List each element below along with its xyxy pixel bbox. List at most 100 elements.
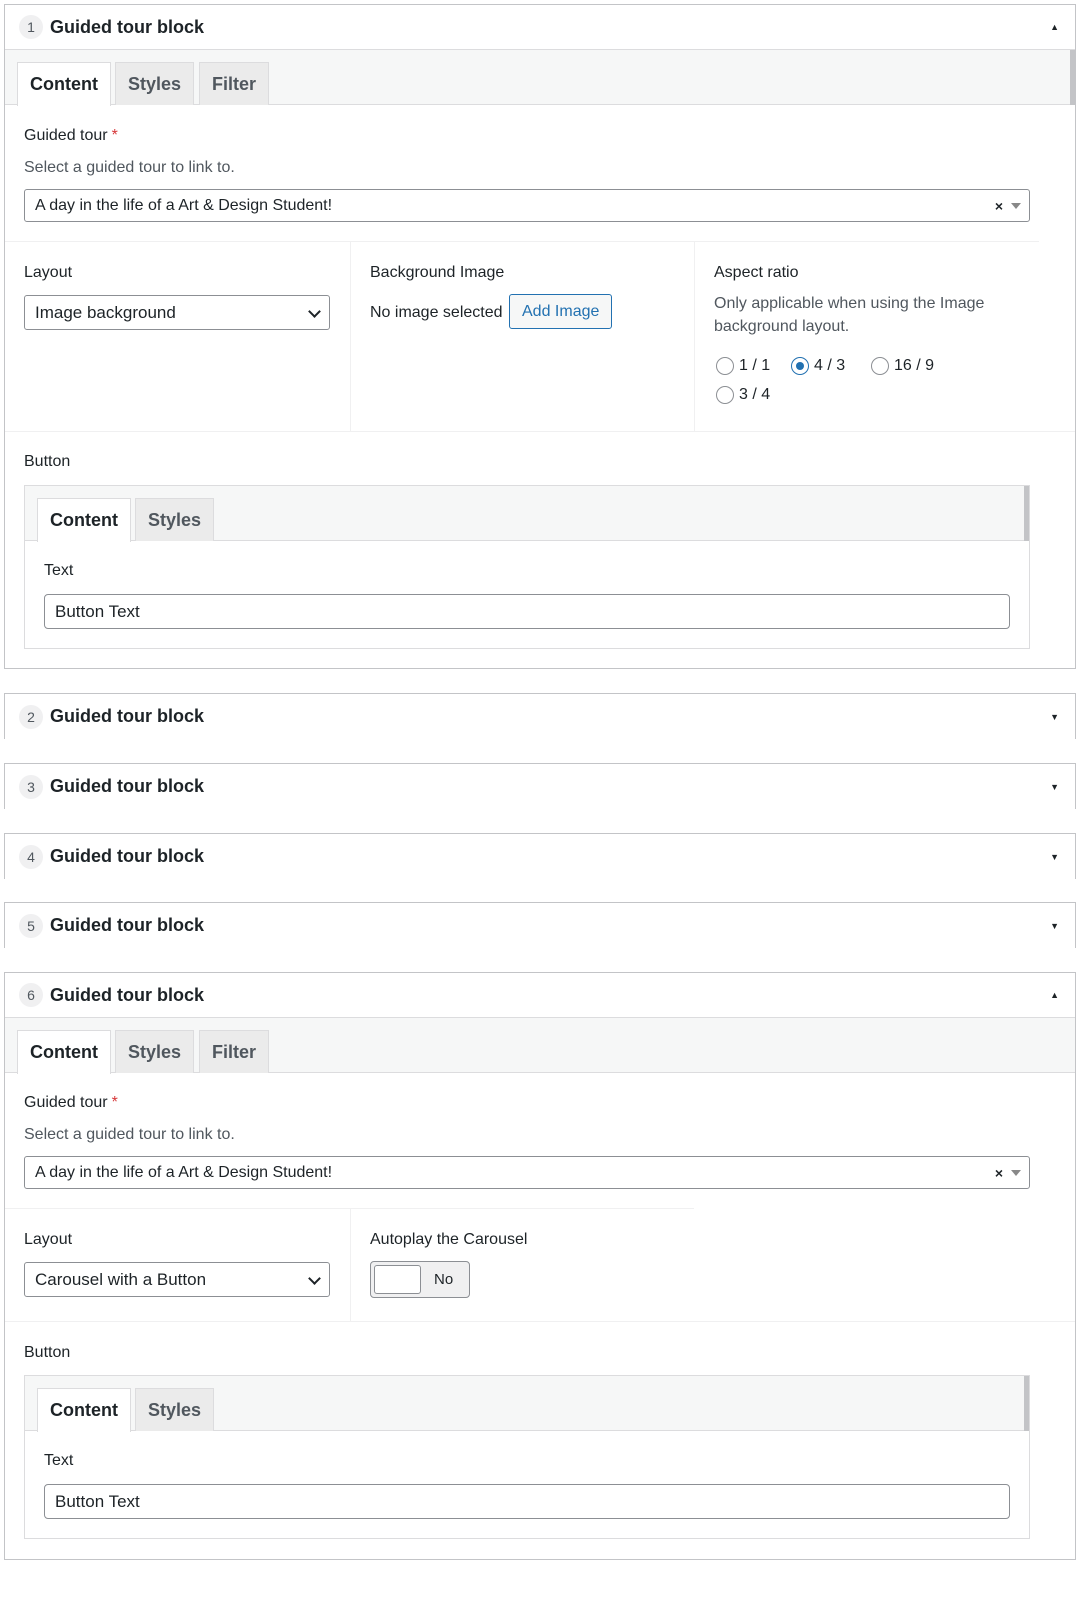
tab-filter[interactable]: Filter [199,1030,270,1073]
block-title: Guided tour block [50,915,205,935]
guided-tour-label: Guided tour * [24,127,118,145]
aspect-ratio-description-line1: Only applicable when using the Image [714,295,985,312]
block-title: Guided tour block [50,846,205,866]
layout-label: Layout [24,264,73,281]
radio-button[interactable] [791,357,809,375]
layout-select[interactable]: Carousel with a Button [24,1262,330,1297]
autoplay-toggle[interactable]: No [370,1261,470,1298]
block-header[interactable]: 1 Guided tour block ▲ [5,5,1075,50]
guided-tour-label: Guided tour * [24,1094,118,1112]
block-header[interactable]: 4 Guided tour block ▼ [5,834,1075,879]
dropdown-arrow-icon[interactable] [1011,203,1021,209]
guided-tour-block-6: 6 Guided tour block ▲ Content Styles Fil… [4,972,1076,1560]
button-tab-content[interactable]: Content [37,1388,131,1432]
guided-tour-select[interactable]: A day in the life of a Art & Design Stud… [24,189,1030,222]
tab-filter[interactable]: Filter [199,62,270,105]
button-tab-styles[interactable]: Styles [135,1388,215,1431]
radio-3-4[interactable]: 3 / 4 [716,386,770,404]
divider [350,1208,351,1321]
button-tab-content[interactable]: Content [37,498,131,542]
scrollbar[interactable] [1024,1376,1029,1431]
guided-tour-description: Select a guided tour to link to. [24,1126,235,1143]
button-text-label: Text [44,562,74,579]
autoplay-state: No [434,1271,454,1288]
divider [350,241,351,431]
block-number: 4 [19,844,43,869]
block-title: Guided tour block [50,16,205,37]
radio-button[interactable] [871,357,889,375]
collapse-arrow-icon[interactable]: ▲ [1050,990,1059,1000]
radio-label: 1 / 1 [739,357,771,374]
button-text-input[interactable]: Button Text [44,594,1010,629]
button-text-input[interactable]: Button Text [44,1484,1010,1519]
background-image-status: No image selected [370,304,503,321]
guided-tour-value: A day in the life of a Art & Design Stud… [35,196,333,214]
radio-16-9[interactable]: 16 / 9 [871,357,934,375]
divider [5,431,1075,432]
tab-content[interactable]: Content [17,62,111,106]
required-marker: * [111,127,118,144]
chevron-down-icon [308,305,321,318]
guided-tour-select[interactable]: A day in the life of a Art & Design Stud… [24,1156,1030,1189]
chevron-down-icon [308,1272,321,1285]
guided-tour-block-1: 1 Guided tour block ▲ Content Styles Fil… [4,4,1076,669]
add-image-button[interactable]: Add Image [509,294,613,329]
button-settings-panel: Content Styles Text Button Text [24,1375,1030,1539]
block-number: 2 [19,704,43,729]
autoplay-label: Autoplay the Carousel [370,1231,528,1248]
aspect-ratio-label: Aspect ratio [714,264,799,281]
radio-label: 3 / 4 [739,386,771,403]
expand-arrow-icon[interactable]: ▼ [1050,782,1059,792]
clear-icon[interactable]: × [995,1165,1003,1181]
guided-tour-label-text: Guided tour [24,127,108,144]
aspect-ratio-description-line2: background layout. [714,318,850,335]
radio-button[interactable] [716,357,734,375]
radio-label: 16 / 9 [894,357,935,374]
button-text-label: Text [44,1452,74,1469]
block-tabs: Content Styles Filter [5,1018,1075,1074]
divider [5,241,1039,242]
block-tabs: Content Styles Filter [5,50,1075,106]
button-section-label: Button [24,453,71,470]
guided-tour-block-3: 3 Guided tour block ▼ [4,763,1076,809]
radio-label: 4 / 3 [814,357,846,374]
dropdown-arrow-icon[interactable] [1011,1170,1021,1176]
guided-tour-description: Select a guided tour to link to. [24,159,235,176]
tab-styles[interactable]: Styles [115,62,195,105]
divider [694,241,695,431]
block-number: 3 [19,774,43,799]
button-tab-styles[interactable]: Styles [135,498,215,541]
guided-tour-block-4: 4 Guided tour block ▼ [4,833,1076,879]
expand-arrow-icon[interactable]: ▼ [1050,852,1059,862]
guided-tour-value: A day in the life of a Art & Design Stud… [35,1163,333,1181]
block-number: 6 [19,983,43,1007]
radio-4-3[interactable]: 4 / 3 [791,357,845,375]
guided-tour-block-5: 5 Guided tour block ▼ [4,902,1076,948]
block-number: 1 [19,15,43,39]
guided-tour-block-2: 2 Guided tour block ▼ [4,693,1076,739]
button-settings-panel: Content Styles Text Button Text [24,485,1030,649]
button-tabs: Content Styles [25,1376,1029,1432]
block-number: 5 [19,913,43,938]
background-image-label: Background Image [370,264,505,281]
layout-select[interactable]: Image background [24,295,330,330]
guided-tour-label-text: Guided tour [24,1094,108,1111]
divider [5,1321,1075,1322]
block-header[interactable]: 3 Guided tour block ▼ [5,764,1075,809]
radio-1-1[interactable]: 1 / 1 [716,357,770,375]
block-header[interactable]: 5 Guided tour block ▼ [5,903,1075,948]
block-title: Guided tour block [50,984,205,1005]
clear-icon[interactable]: × [995,198,1003,214]
tab-content[interactable]: Content [17,1030,111,1074]
scrollbar[interactable] [1024,486,1029,541]
expand-arrow-icon[interactable]: ▼ [1050,712,1059,722]
toggle-knob[interactable] [374,1265,421,1294]
block-header[interactable]: 6 Guided tour block ▲ [5,973,1075,1018]
collapse-arrow-icon[interactable]: ▲ [1050,22,1059,32]
radio-button[interactable] [716,386,734,404]
block-header[interactable]: 2 Guided tour block ▼ [5,694,1075,739]
button-tabs: Content Styles [25,486,1029,542]
tab-styles[interactable]: Styles [115,1030,195,1073]
scrollbar[interactable] [1070,50,1075,105]
expand-arrow-icon[interactable]: ▼ [1050,921,1059,931]
